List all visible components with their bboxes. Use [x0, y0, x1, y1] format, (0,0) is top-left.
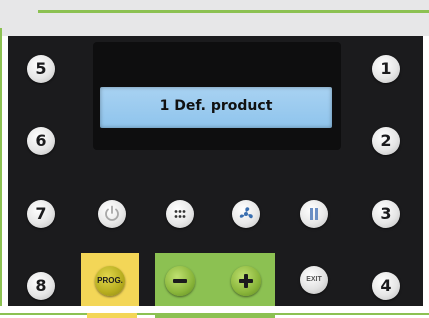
control-panel-figure: 1 Def. product 5 6 7 8 1 2 3 4 PROG. EXI…: [0, 0, 429, 318]
plus-icon: [239, 274, 253, 288]
pause-icon: [310, 208, 318, 220]
button-3[interactable]: 3: [372, 200, 400, 228]
prog-button[interactable]: PROG.: [95, 266, 125, 296]
button-5[interactable]: 5: [27, 55, 55, 83]
button-7[interactable]: 7: [27, 200, 55, 228]
minus-button[interactable]: [165, 266, 195, 296]
grid-button[interactable]: [166, 200, 194, 228]
fan-icon: [239, 207, 253, 219]
top-band: [0, 0, 429, 36]
prog-highlight-tab: [87, 313, 137, 318]
power-button[interactable]: [98, 200, 126, 228]
button-4[interactable]: 4: [372, 272, 400, 300]
button-6[interactable]: 6: [27, 127, 55, 155]
pause-button[interactable]: [300, 200, 328, 228]
minus-icon: [173, 279, 187, 283]
button-2[interactable]: 2: [372, 127, 400, 155]
plus-button[interactable]: [231, 266, 261, 296]
dots-grid-icon: [174, 210, 186, 218]
plus-minus-highlight-tab: [155, 313, 275, 318]
button-1[interactable]: 1: [372, 55, 400, 83]
left-accent-line: [0, 28, 2, 312]
lcd-display: 1 Def. product: [100, 87, 332, 128]
button-8[interactable]: 8: [27, 272, 55, 300]
fan-button[interactable]: [232, 200, 260, 228]
power-icon: [105, 205, 119, 221]
lcd-text: 1 Def. product: [159, 98, 273, 114]
exit-button[interactable]: EXIT: [300, 266, 328, 294]
top-accent-line: [38, 10, 429, 13]
